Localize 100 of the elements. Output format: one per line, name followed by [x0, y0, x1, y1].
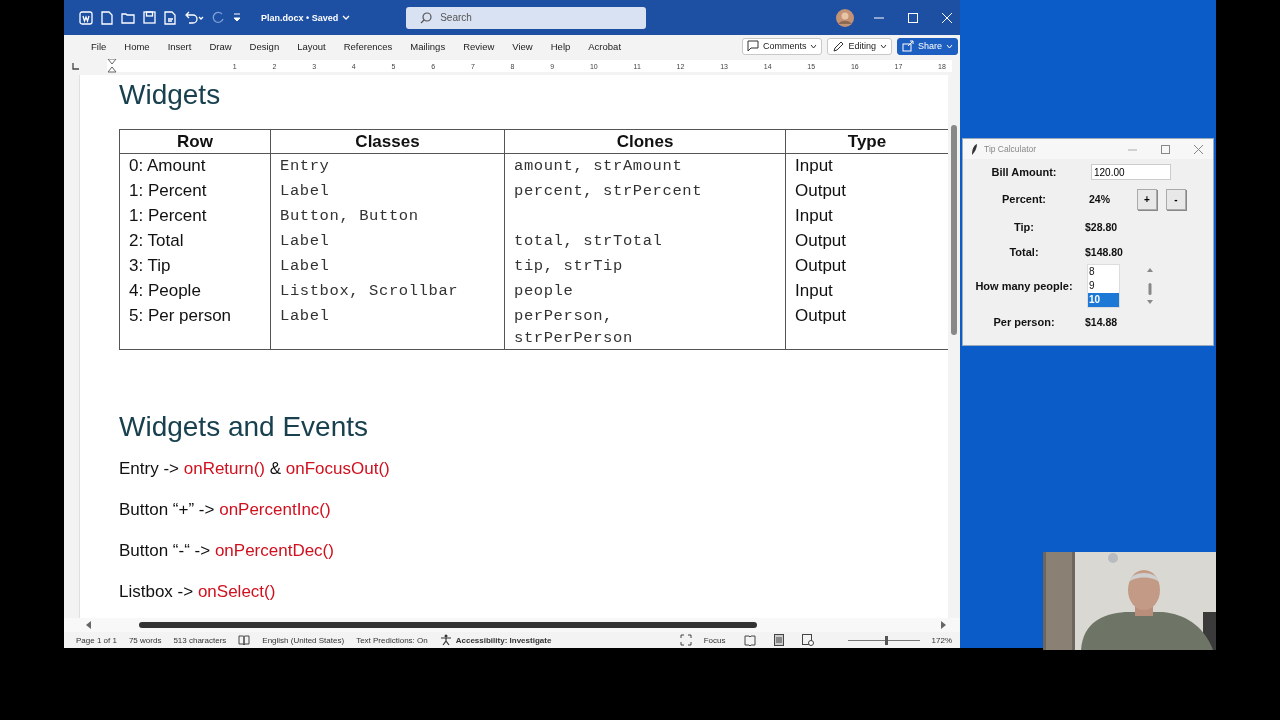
ribbon-tab[interactable]: Mailings	[401, 36, 455, 56]
accessibility-icon[interactable]	[439, 634, 452, 646]
table-cell-text: people	[514, 280, 574, 302]
ribbon-tab[interactable]: Acrobat	[579, 36, 631, 56]
zoom-level[interactable]: 172%	[931, 635, 952, 645]
redo-icon[interactable]	[212, 11, 225, 24]
avatar-icon[interactable]	[836, 8, 855, 27]
scrollbar-drawing[interactable]	[1146, 266, 1154, 306]
folder-icon[interactable]	[121, 11, 135, 24]
maximize-icon[interactable]	[1161, 144, 1170, 154]
ribbon-tab[interactable]: Home	[115, 36, 159, 56]
pdf-document-icon[interactable]	[164, 10, 176, 25]
field-label: Tip:	[1013, 221, 1035, 233]
table-cell: 4: People	[129, 280, 201, 300]
ribbon-tab[interactable]: Layout	[288, 36, 335, 56]
event-line: Button “-“ -> onPercentDec()	[119, 540, 335, 561]
field-label: Percent:	[1001, 193, 1047, 205]
heading: Widgets and Events	[119, 410, 370, 443]
table-cell-text: perPerson, strPerPerson	[514, 305, 634, 349]
ribbon-tab[interactable]: Help	[541, 36, 580, 56]
table-cell: Output	[795, 230, 847, 250]
table-cell-text: Label	[280, 305, 330, 327]
chevron-down-icon[interactable]	[342, 14, 351, 21]
table-cell: Output	[795, 305, 847, 325]
tab-stop-icon	[72, 62, 79, 70]
focus-icon[interactable]	[679, 634, 692, 646]
table-cell-text: total, strTotal	[514, 230, 663, 252]
table-cell-text: Label	[280, 255, 330, 277]
table-cell: 1: Percent	[129, 180, 207, 200]
accessibility-button[interactable]: Accessibility: Investigate	[455, 635, 552, 645]
web-layout-icon[interactable]	[801, 634, 814, 646]
field-label: Per person:	[992, 316, 1056, 328]
horizontal-scrollbar[interactable]	[64, 618, 960, 632]
column-header: Clones	[504, 129, 786, 154]
chevron-down-icon	[946, 43, 953, 49]
chevron-down-icon	[879, 43, 887, 49]
total-value: $148.80	[1085, 246, 1124, 258]
ribbon-tab[interactable]: View	[503, 36, 542, 56]
table-cell-text: amount, strAmount	[514, 156, 683, 177]
ribbon-tab[interactable]: References	[334, 36, 402, 56]
decrease-button[interactable]: -	[1166, 188, 1186, 210]
event-line: Entry -> onReturn() & onFocusOut()	[119, 458, 391, 479]
field-label: Total:	[1008, 246, 1040, 258]
search-field[interactable]: Search	[406, 6, 647, 29]
list-item[interactable]: 9	[1088, 279, 1119, 293]
language-button[interactable]: English (United States)	[262, 635, 345, 645]
editing-button[interactable]: Editing	[827, 37, 892, 55]
tip-value: $28.80	[1085, 221, 1119, 233]
table-cell-text: percent, strPercent	[514, 180, 703, 202]
table-cell-text: Label	[280, 230, 330, 252]
table-cell-text: Entry	[280, 156, 330, 177]
percent-value: 24%	[1089, 193, 1111, 205]
table-cell: 0: Amount	[129, 156, 206, 175]
document-title[interactable]: Plan.docx • Saved	[261, 12, 339, 23]
people-listbox[interactable]: 8 9 10	[1087, 264, 1120, 308]
share-icon	[901, 40, 914, 52]
table-cell: Input	[795, 280, 833, 300]
table-cell: Input	[795, 205, 833, 225]
ribbon-tab[interactable]: Insert	[158, 36, 201, 56]
window-title: Tip Calculator	[984, 144, 1037, 154]
ribbon-tab[interactable]: Review	[454, 36, 504, 56]
column-header: Type	[785, 129, 948, 154]
document-app-icon[interactable]	[79, 10, 93, 25]
pencil-icon	[832, 40, 845, 52]
book-icon[interactable]	[238, 634, 251, 646]
undo-icon[interactable]	[184, 11, 204, 24]
vertical-scrollbar[interactable]	[948, 75, 960, 618]
table-cell-text: tip, strTip	[514, 255, 623, 277]
ribbon-tab[interactable]: Draw	[200, 36, 241, 56]
status-text: 513 characters	[173, 635, 227, 645]
share-button[interactable]: Share	[896, 37, 958, 55]
table-cell: 1: Percent	[129, 205, 207, 225]
bill-amount-field[interactable]: 120.00	[1091, 164, 1171, 180]
new-document-icon[interactable]	[101, 10, 113, 25]
status-text: 75 words	[128, 635, 162, 645]
field-label: How many people:	[974, 280, 1074, 292]
ribbon-tab[interactable]: File	[82, 36, 116, 56]
text-predictions-button[interactable]: Text Predictions: On	[356, 635, 428, 645]
list-item[interactable]: 8	[1088, 265, 1119, 279]
heading: Widgets	[119, 79, 222, 111]
print-layout-icon[interactable]	[773, 634, 784, 646]
increase-button[interactable]: +	[1137, 188, 1157, 210]
table-cell: Input	[795, 156, 833, 175]
close-icon[interactable]	[1194, 144, 1203, 154]
search-icon	[420, 11, 433, 24]
column-header: Classes	[270, 129, 505, 154]
focus-button[interactable]: Focus	[703, 635, 726, 645]
ribbon-tab[interactable]: Design	[240, 36, 289, 56]
list-item[interactable]: 10	[1088, 293, 1119, 307]
customize-icon[interactable]	[233, 13, 241, 22]
comments-button[interactable]: Comments	[741, 37, 823, 55]
save-icon[interactable]	[143, 11, 156, 24]
column-header: Row	[119, 129, 271, 154]
table-cell: Output	[795, 180, 847, 200]
table-cell: 3: Tip	[129, 255, 171, 275]
event-line: Button “+” -> onPercentInc()	[119, 499, 332, 520]
comment-icon	[746, 40, 759, 52]
read-mode-icon[interactable]	[743, 634, 756, 646]
table-cell: 5: Per person	[129, 305, 232, 325]
table-cell-text: Button, Button	[280, 205, 419, 227]
